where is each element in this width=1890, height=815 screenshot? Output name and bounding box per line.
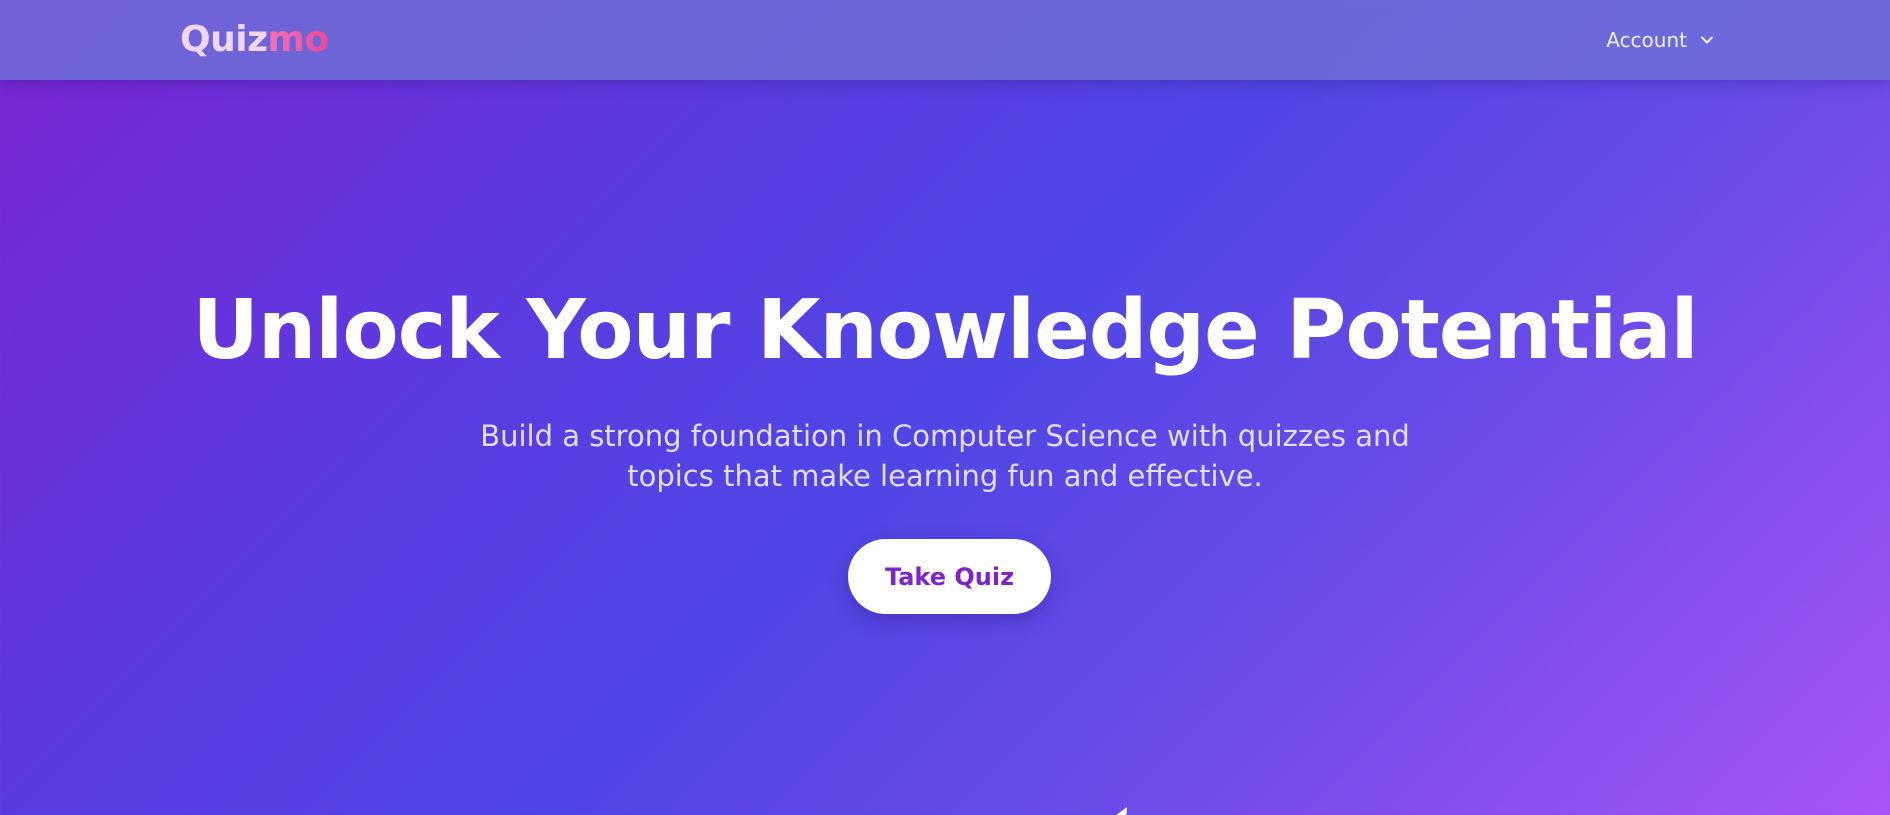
account-label: Account — [1606, 28, 1687, 52]
hero-subtitle: Build a strong foundation in Computer Sc… — [480, 419, 1410, 493]
hero-section: Unlock Your Knowledge Potential Build a … — [0, 80, 1890, 815]
hero-illustration — [1116, 807, 1127, 815]
take-quiz-button[interactable]: Take Quiz — [848, 539, 1051, 614]
logo[interactable]: Quizmo — [180, 22, 329, 58]
navbar: Quizmo Account — [0, 0, 1890, 80]
hero-title: Unlock Your Knowledge Potential — [192, 283, 1698, 378]
account-menu[interactable]: Account — [1606, 28, 1715, 52]
logo-text-part1: Quiz — [180, 19, 268, 60]
chevron-down-icon — [1701, 36, 1713, 44]
logo-text-part2: mo — [267, 19, 330, 60]
